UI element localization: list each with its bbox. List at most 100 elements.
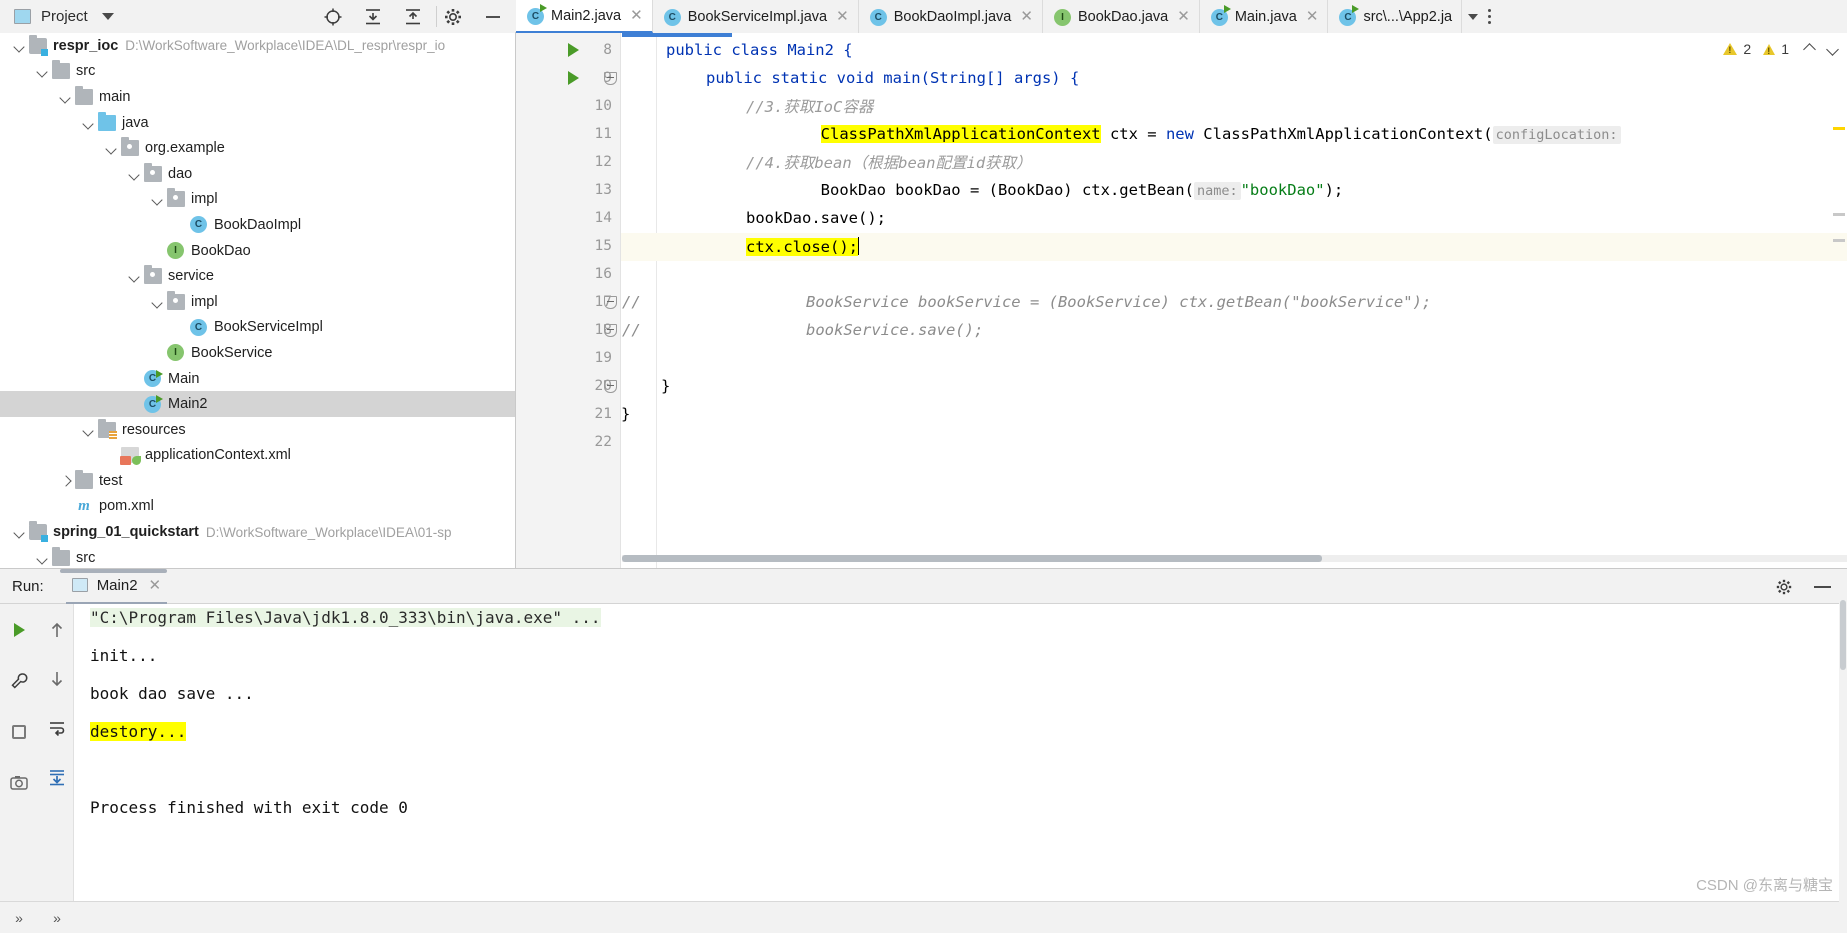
chevron-down-icon[interactable] <box>83 424 95 436</box>
class-icon: C <box>663 8 681 26</box>
previous-problem-icon[interactable] <box>1803 42 1816 56</box>
scroll-up-icon[interactable] <box>38 612 76 647</box>
chevron-down-icon[interactable] <box>1468 13 1479 20</box>
chevron-down-icon[interactable] <box>37 552 49 564</box>
tab-overflow-controls <box>1462 0 1507 33</box>
close-icon[interactable]: ✕ <box>836 9 849 24</box>
chevron-down-icon[interactable] <box>106 142 118 154</box>
tree-node-applicationcontext-xml[interactable]: applicationContext.xml <box>0 443 515 469</box>
project-dropdown-caret-icon[interactable] <box>101 13 114 20</box>
gear-icon[interactable] <box>443 7 463 27</box>
tree-node-src[interactable]: src <box>0 545 515 568</box>
code-line-21[interactable]: } <box>516 400 1847 428</box>
scroll-down-icon[interactable] <box>38 661 76 696</box>
close-icon[interactable]: ✕ <box>1177 9 1190 24</box>
code-line-14[interactable]: bookDao.save(); <box>516 204 1847 232</box>
run-configuration-tab[interactable]: Main2 ✕ <box>65 569 168 604</box>
camera-icon[interactable] <box>0 765 38 800</box>
gutter-line-16[interactable]: 16 <box>516 260 1847 288</box>
code-line-20-text: } <box>661 377 671 395</box>
tree-node-service[interactable]: service <box>0 263 515 289</box>
editor-marker-gray[interactable] <box>1833 213 1845 216</box>
tree-node-main[interactable]: main <box>0 84 515 110</box>
tree-node-pom-xml[interactable]: m pom.xml <box>0 494 515 520</box>
next-problem-icon[interactable] <box>1826 42 1839 56</box>
code-line-11[interactable]: ClassPathXmlApplicationContext ctx = new… <box>516 120 1847 148</box>
stop-icon[interactable] <box>0 714 38 749</box>
editor-marker-yellow[interactable] <box>1833 127 1845 130</box>
tree-node-bookserviceimpl[interactable]: C BookServiceImpl <box>0 315 515 341</box>
editor-tab-bookdao-java[interactable]: I BookDao.java ✕ <box>1043 0 1200 33</box>
chevron-down-icon[interactable] <box>14 40 26 52</box>
hide-run-panel-icon[interactable] <box>1814 586 1831 588</box>
code-line-18[interactable]: // bookService.save(); <box>516 316 1847 344</box>
more-options-icon[interactable] <box>1478 9 1501 24</box>
console-vertical-scrollbar[interactable] <box>1840 600 1846 670</box>
chevron-down-icon[interactable] <box>129 270 141 282</box>
editor-marker-gray-2[interactable] <box>1833 239 1845 242</box>
tree-node-resources[interactable]: resources <box>0 417 515 443</box>
maven-icon: m <box>78 497 90 514</box>
editor-horizontal-scrollbar[interactable] <box>622 555 1847 562</box>
code-line-13-string: "bookDao" <box>1240 181 1325 199</box>
gutter-line-22[interactable]: 22 <box>516 428 1847 456</box>
locate-icon[interactable] <box>323 7 343 27</box>
rerun-icon[interactable] <box>0 612 38 647</box>
code-line-17[interactable]: // BookService bookService = (BookServic… <box>516 288 1847 316</box>
code-line-8[interactable]: public class Main2 { <box>516 36 1847 64</box>
editor-tab-label: BookDaoImpl.java <box>893 8 1012 25</box>
tree-node-bookdaoimpl[interactable]: C BookDaoImpl <box>0 212 515 238</box>
editor-tab-main-java[interactable]: C Main.java ✕ <box>1200 0 1329 33</box>
tree-node-spring-01-quickstart[interactable]: spring_01_quickstart D:\WorkSoftware_Work… <box>0 519 515 545</box>
scroll-to-end-icon[interactable] <box>38 759 76 794</box>
wrench-icon[interactable] <box>0 663 38 698</box>
editor-tab-src-----app2-ja[interactable]: Csrc\...\App2.ja <box>1328 0 1463 33</box>
expand-right-icon[interactable]: » <box>46 908 68 928</box>
console-scroll-indicator[interactable] <box>60 569 167 573</box>
chevron-right-icon[interactable] <box>60 475 72 487</box>
code-line-15[interactable]: ctx.close(); <box>516 232 1847 260</box>
close-icon[interactable]: ✕ <box>1020 9 1033 24</box>
tree-node-main[interactable]: C Main <box>0 366 515 392</box>
tree-node-java[interactable]: java <box>0 110 515 136</box>
collapse-all-icon[interactable] <box>403 7 423 27</box>
gutter-line-19[interactable]: 19 <box>516 344 1847 372</box>
chevron-down-icon[interactable] <box>14 526 26 538</box>
close-icon[interactable]: ✕ <box>149 576 162 594</box>
chevron-down-icon[interactable] <box>152 193 164 205</box>
close-icon[interactable]: ✕ <box>1306 9 1319 24</box>
tree-node-impl[interactable]: impl <box>0 289 515 315</box>
expand-left-icon[interactable]: » <box>8 908 30 928</box>
tree-node-test[interactable]: test <box>0 468 515 494</box>
chevron-down-icon[interactable] <box>37 65 49 77</box>
folder-icon <box>52 60 70 80</box>
tree-node-dao[interactable]: dao <box>0 161 515 187</box>
chevron-down-icon[interactable] <box>129 168 141 180</box>
code-editor[interactable]: 8 9 10 11 12 13 14 15 16 17 18 19 20 21 22 public clas… <box>516 33 1847 568</box>
tree-node-org-example[interactable]: org.example <box>0 135 515 161</box>
code-line-20[interactable]: } <box>516 372 1847 400</box>
editor-tab-main2-java[interactable]: C Main2.java ✕ <box>516 0 653 33</box>
chevron-down-icon[interactable] <box>60 91 72 103</box>
expand-all-icon[interactable] <box>363 7 383 27</box>
inspection-status[interactable]: 2 1 <box>1723 41 1839 57</box>
tree-node-impl[interactable]: impl <box>0 187 515 213</box>
tree-node-bookservice[interactable]: I BookService <box>0 340 515 366</box>
editor-tab-bookdaoimpl-java[interactable]: C BookDaoImpl.java ✕ <box>859 0 1043 33</box>
tree-node-main2[interactable]: C Main2 <box>0 391 515 417</box>
close-icon[interactable]: ✕ <box>630 8 643 23</box>
tree-node-respr-ioc[interactable]: respr_ioc D:\WorkSoftware_Workplace\IDEA\… <box>0 33 515 59</box>
interface-icon: I <box>167 242 185 260</box>
minimize-panel-icon[interactable] <box>483 7 503 27</box>
editor-tab-bookserviceimpl-java[interactable]: C BookServiceImpl.java ✕ <box>653 0 859 33</box>
chevron-down-icon[interactable] <box>152 296 164 308</box>
tree-node-bookdao[interactable]: I BookDao <box>0 238 515 264</box>
console-output[interactable]: "C:\Program Files\Java\jdk1.8.0_333\bin\… <box>74 604 1847 901</box>
project-tree[interactable]: respr_ioc D:\WorkSoftware_Workplace\IDEA\… <box>0 33 515 568</box>
run-settings-gear-icon[interactable] <box>1775 578 1793 596</box>
tree-node-src[interactable]: src <box>0 59 515 85</box>
chevron-down-icon[interactable] <box>83 117 95 129</box>
soft-wrap-icon[interactable] <box>38 710 76 745</box>
code-line-9[interactable]: public static void main(String[] args) { <box>516 64 1847 92</box>
code-line-13[interactable]: BookDao bookDao = (BookDao) ctx.getBean(… <box>516 176 1847 204</box>
